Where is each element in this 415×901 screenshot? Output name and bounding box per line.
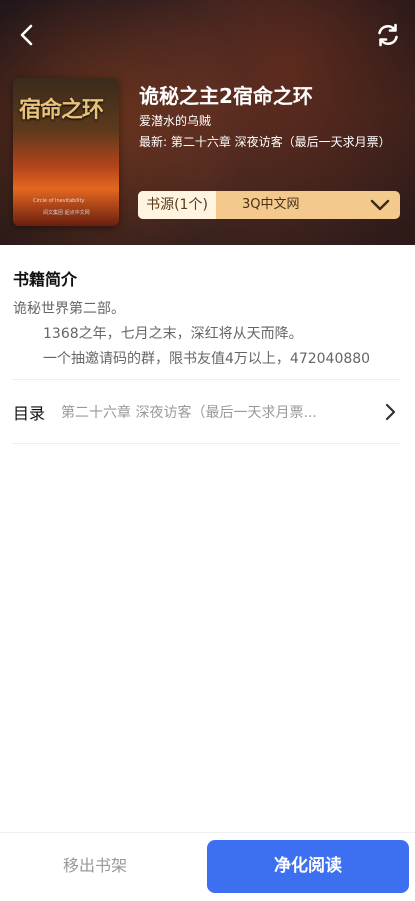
intro-line: 一个抽邀请码的群，限书友值4万以上，472040880: [43, 351, 371, 367]
source-name: 3Q中文网: [242, 197, 300, 212]
divider: [13, 443, 400, 444]
cover-title: 宿命之环: [19, 97, 104, 123]
divider: [13, 379, 400, 380]
intro-heading: 书籍简介: [13, 270, 78, 289]
book-intro: 诡秘世界第二部。 1368之年，七月之末，深红将从天而降。 一个抽邀请码的群，限…: [13, 297, 408, 372]
chevron-right-icon[interactable]: [380, 402, 400, 422]
book-author[interactable]: 爱潜水的乌贼: [139, 112, 211, 129]
read-button[interactable]: 净化阅读: [207, 840, 409, 893]
chevron-down-icon[interactable]: [360, 191, 400, 219]
table-of-contents-row[interactable]: 目录 第二十六章 深夜访客（最后一天求月票...: [13, 392, 400, 432]
intro-line: 诡秘世界第二部。: [13, 301, 125, 317]
intro-line: 1368之年，七月之末，深红将从天而降。: [43, 326, 303, 342]
remove-from-shelf-button[interactable]: 移出书架: [0, 833, 190, 901]
book-cover: 宿命之环 Circle of Inevitability 阅文集团 起点中文网: [13, 78, 119, 226]
refresh-icon[interactable]: [375, 22, 401, 48]
book-header: 宿命之环 Circle of Inevitability 阅文集团 起点中文网 …: [0, 0, 415, 245]
back-icon[interactable]: [14, 22, 40, 48]
source-count-label: 书源(1个): [138, 191, 216, 219]
cover-publisher: 阅文集团 起点中文网: [43, 210, 90, 216]
bottom-action-bar: 移出书架 净化阅读: [0, 832, 415, 901]
latest-chapter: 最新: 第二十六章 深夜访客（最后一天求月票）: [139, 135, 391, 149]
book-title: 诡秘之主2宿命之环: [139, 84, 313, 108]
toc-label: 目录: [13, 404, 46, 423]
cover-subtitle: Circle of Inevitability: [33, 198, 85, 204]
toc-latest-chapter: 第二十六章 深夜访客（最后一天求月票...: [61, 405, 317, 421]
source-selector[interactable]: 书源(1个) 3Q中文网: [138, 191, 400, 219]
